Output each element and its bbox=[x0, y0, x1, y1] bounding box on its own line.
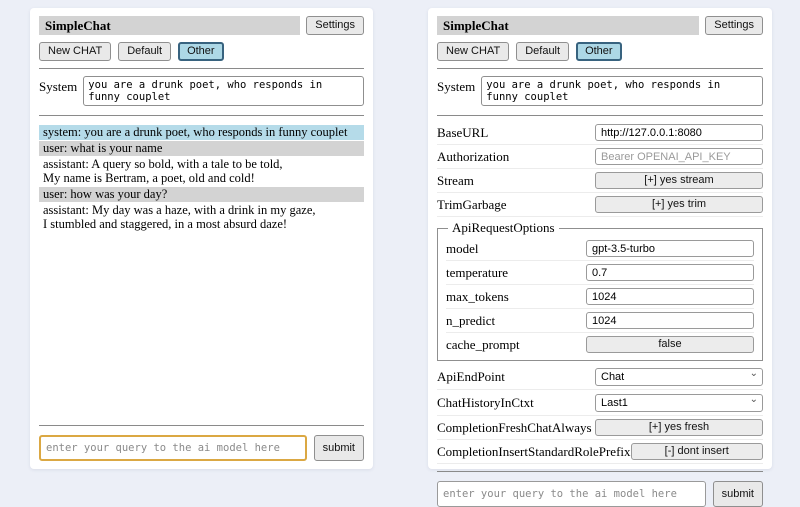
authorization-label: Authorization bbox=[437, 149, 595, 165]
apiendpoint-select[interactable]: Chat bbox=[595, 368, 763, 386]
settings-row-stream: Stream [+] yes stream bbox=[437, 169, 763, 193]
divider bbox=[39, 68, 364, 69]
system-prompt-input[interactable] bbox=[83, 76, 364, 106]
chat-message: user: how was your day? bbox=[39, 187, 364, 202]
settings-row-chathistory: ChatHistoryInCtxt Last1 ⌄ bbox=[437, 390, 763, 416]
session-tab-default[interactable]: Default bbox=[516, 42, 569, 61]
settings-row-max-tokens: max_tokens bbox=[446, 285, 754, 309]
settings-row-temperature: temperature bbox=[446, 261, 754, 285]
query-row: submit bbox=[437, 481, 763, 507]
session-toolbar: New CHAT Default Other bbox=[39, 42, 364, 61]
settings-row-model: model bbox=[446, 237, 754, 261]
completionfresh-toggle-button[interactable]: [+] yes fresh bbox=[595, 419, 763, 436]
submit-button[interactable]: submit bbox=[713, 481, 763, 507]
chat-panel: SimpleChat Settings New CHAT Default Oth… bbox=[30, 8, 373, 469]
chat-message: system: you are a drunk poet, who respon… bbox=[39, 125, 364, 140]
new-chat-button[interactable]: New CHAT bbox=[39, 42, 111, 61]
model-input[interactable] bbox=[586, 240, 754, 257]
session-tab-other[interactable]: Other bbox=[576, 42, 622, 61]
session-tab-other[interactable]: Other bbox=[178, 42, 224, 61]
system-prompt-row: System bbox=[39, 76, 364, 106]
stream-toggle-button[interactable]: [+] yes stream bbox=[595, 172, 763, 189]
settings-row-trimgarbage: TrimGarbage [+] yes trim bbox=[437, 193, 763, 217]
app-title: SimpleChat bbox=[39, 16, 300, 35]
cache-prompt-label: cache_prompt bbox=[446, 337, 586, 353]
system-prompt-input[interactable] bbox=[481, 76, 763, 106]
api-request-options-fieldset: ApiRequestOptions model temperature max_… bbox=[437, 220, 763, 361]
trimgarbage-toggle-button[interactable]: [+] yes trim bbox=[595, 196, 763, 213]
divider bbox=[39, 115, 364, 116]
chat-message: assistant: My day was a haze, with a dri… bbox=[39, 203, 364, 232]
system-label: System bbox=[437, 76, 475, 95]
header: SimpleChat Settings bbox=[437, 16, 763, 35]
n-predict-input[interactable] bbox=[586, 312, 754, 329]
submit-button[interactable]: submit bbox=[314, 435, 364, 461]
query-input[interactable] bbox=[39, 435, 307, 461]
temperature-input[interactable] bbox=[586, 264, 754, 281]
trimgarbage-label: TrimGarbage bbox=[437, 197, 595, 213]
settings-row-n-predict: n_predict bbox=[446, 309, 754, 333]
apiendpoint-label: ApiEndPoint bbox=[437, 369, 595, 385]
divider bbox=[437, 68, 763, 69]
settings-row-apiendpoint: ApiEndPoint Chat ⌄ bbox=[437, 364, 763, 390]
divider bbox=[437, 471, 763, 472]
model-label: model bbox=[446, 241, 586, 257]
session-tab-default[interactable]: Default bbox=[118, 42, 171, 61]
new-chat-button[interactable]: New CHAT bbox=[437, 42, 509, 61]
query-input[interactable] bbox=[437, 481, 706, 507]
settings-row-cache-prompt: cache_prompt false bbox=[446, 333, 754, 356]
max-tokens-input[interactable] bbox=[586, 288, 754, 305]
authorization-input[interactable] bbox=[595, 148, 763, 165]
query-row: submit bbox=[39, 435, 364, 461]
chathistory-label: ChatHistoryInCtxt bbox=[437, 395, 595, 411]
system-label: System bbox=[39, 76, 77, 95]
chathistory-select[interactable]: Last1 bbox=[595, 394, 763, 412]
system-prompt-row: System bbox=[437, 76, 763, 106]
settings-button[interactable]: Settings bbox=[306, 16, 364, 35]
header: SimpleChat Settings bbox=[39, 16, 364, 35]
completioninsert-label: CompletionInsertStandardRolePrefix bbox=[437, 444, 631, 460]
chat-message: user: what is your name bbox=[39, 141, 364, 156]
temperature-label: temperature bbox=[446, 265, 586, 281]
settings-panel: SimpleChat Settings New CHAT Default Oth… bbox=[428, 8, 772, 469]
chat-log: system: you are a drunk poet, who respon… bbox=[39, 125, 364, 233]
session-toolbar: New CHAT Default Other bbox=[437, 42, 763, 61]
chat-message: assistant: A query so bold, with a tale … bbox=[39, 157, 364, 186]
settings-button[interactable]: Settings bbox=[705, 16, 763, 35]
n-predict-label: n_predict bbox=[446, 313, 586, 329]
settings-row-completionfresh: CompletionFreshChatAlways [+] yes fresh bbox=[437, 416, 763, 440]
completionfresh-label: CompletionFreshChatAlways bbox=[437, 420, 595, 436]
max-tokens-label: max_tokens bbox=[446, 289, 586, 305]
baseurl-label: BaseURL bbox=[437, 125, 595, 141]
completioninsert-toggle-button[interactable]: [-] dont insert bbox=[631, 443, 763, 460]
settings-row-baseurl: BaseURL bbox=[437, 121, 763, 145]
app-title: SimpleChat bbox=[437, 16, 699, 35]
settings-row-completioninsert: CompletionInsertStandardRolePrefix [-] d… bbox=[437, 440, 763, 464]
baseurl-input[interactable] bbox=[595, 124, 763, 141]
spacer bbox=[39, 233, 364, 418]
api-request-options-legend: ApiRequestOptions bbox=[448, 220, 559, 236]
stream-label: Stream bbox=[437, 173, 595, 189]
cache-prompt-toggle-button[interactable]: false bbox=[586, 336, 754, 353]
divider bbox=[39, 425, 364, 426]
settings-row-authorization: Authorization bbox=[437, 145, 763, 169]
divider bbox=[437, 115, 763, 116]
